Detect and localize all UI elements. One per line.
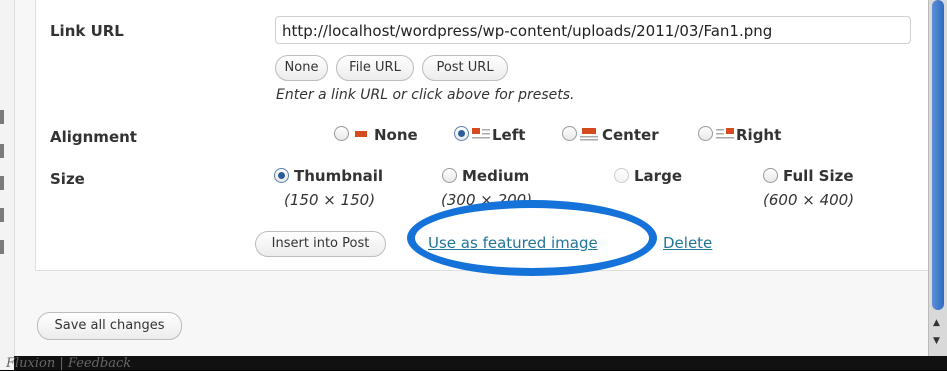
align-left-radio[interactable] [454,126,469,141]
media-upload-window: Link URL http://localhost/wordpress/wp-c… [14,0,931,356]
page-edge-mark [0,240,4,254]
link-url-input[interactable]: http://localhost/wordpress/wp-content/up… [275,16,911,44]
align-none-icon [355,131,367,137]
link-url-label: Link URL [50,22,124,40]
none-url-button[interactable]: None [275,55,328,81]
post-url-button[interactable]: Post URL [422,55,508,81]
align-left-label[interactable]: Left [492,126,525,144]
vertical-scrollbar[interactable]: ▲ ▼ [928,0,947,356]
background-page-credit: Fluxion | Feedback [6,356,132,371]
scroll-down-arrow-icon[interactable]: ▼ [933,336,940,346]
file-url-button[interactable]: File URL [336,55,414,81]
align-right-icon [716,128,734,139]
page-edge-mark [0,110,4,124]
delete-link[interactable]: Delete [663,234,712,252]
align-left-icon [472,128,490,139]
size-full-label[interactable]: Full Size [783,167,854,185]
align-center-icon [580,128,598,141]
size-medium-radio[interactable] [442,168,457,183]
size-full-radio[interactable] [763,168,778,183]
size-thumbnail-radio[interactable] [274,168,289,183]
save-all-changes-button[interactable]: Save all changes [37,312,182,340]
page-edge-mark [0,208,4,222]
page-edge-mark [0,176,4,190]
scrollbar-thumb[interactable] [932,0,944,310]
scroll-up-arrow-icon[interactable]: ▲ [933,318,940,328]
insert-into-post-button[interactable]: Insert into Post [255,231,386,257]
align-right-radio[interactable] [698,126,713,141]
align-right-label[interactable]: Right [736,126,781,144]
left-page-edge [0,0,14,370]
align-none-label[interactable]: None [374,126,418,144]
align-center-radio[interactable] [562,126,577,141]
link-url-hint: Enter a link URL or click above for pres… [276,87,575,103]
size-large-label: Large [634,167,682,185]
size-large-radio [614,168,629,183]
size-medium-label[interactable]: Medium [462,167,529,185]
alignment-label: Alignment [50,128,137,146]
highlight-circle-annotation [407,200,657,276]
size-label: Size [50,170,85,188]
size-thumbnail-dims: (150 × 150) [284,191,376,209]
page-edge-mark [0,144,4,158]
align-none-radio[interactable] [334,126,349,141]
align-center-label[interactable]: Center [602,126,659,144]
size-thumbnail-label[interactable]: Thumbnail [294,167,383,185]
size-full-dims: (600 × 400) [763,191,855,209]
